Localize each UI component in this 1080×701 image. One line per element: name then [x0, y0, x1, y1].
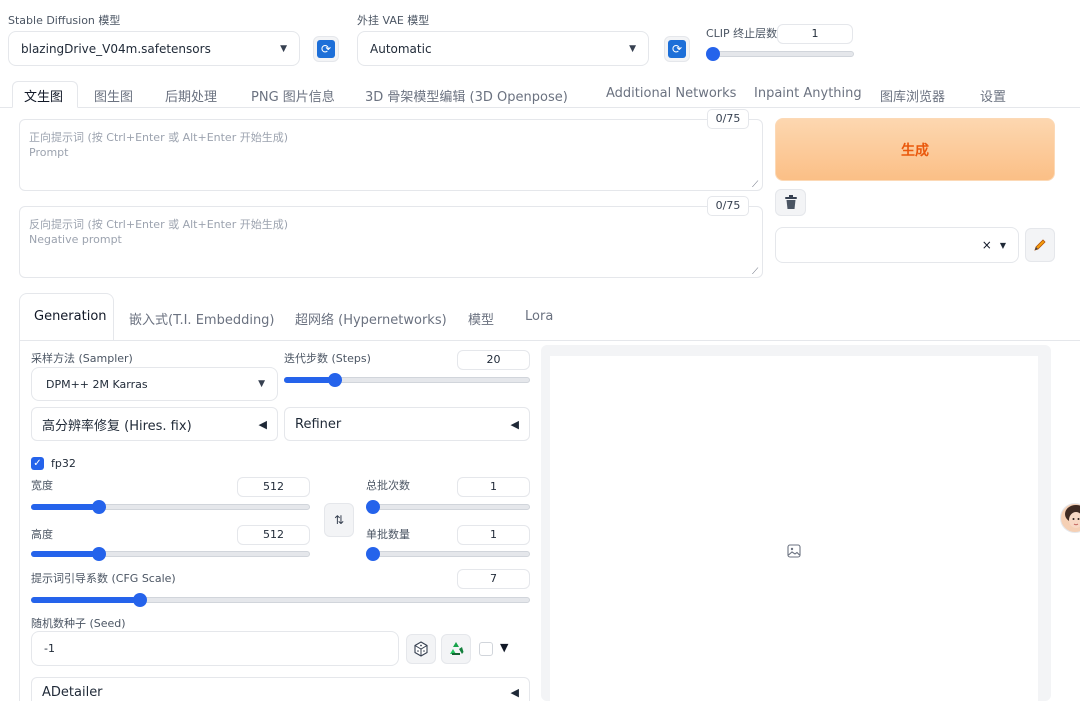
chevron-down-icon: ▼	[258, 379, 265, 389]
batch-count-label: 总批次数	[366, 479, 410, 492]
close-icon[interactable]: ×	[982, 238, 992, 252]
batch-count-slider[interactable]	[366, 500, 530, 514]
tab-png-info[interactable]: PNG 图片信息	[251, 86, 335, 105]
tab-image-browser[interactable]: 图库浏览器	[880, 86, 945, 105]
edit-styles-button[interactable]	[1025, 228, 1055, 262]
avatar-face-icon	[1065, 505, 1080, 528]
vae-value: Automatic	[370, 41, 432, 56]
seed-label: 随机数种子 (Seed)	[31, 617, 126, 630]
width-slider[interactable]	[31, 500, 310, 514]
resize-handle-icon[interactable]: ⟋	[752, 180, 758, 190]
seed-value: -1	[44, 642, 55, 655]
batch-count-input[interactable]: 1	[457, 477, 530, 497]
batch-size-label: 单批数量	[366, 528, 410, 541]
cfg-scale-slider[interactable]	[31, 593, 530, 607]
cfg-scale-input[interactable]: 7	[457, 569, 530, 589]
pencil-icon	[1034, 239, 1046, 251]
sampler-label: 采样方法 (Sampler)	[31, 352, 133, 365]
subtab-embedding[interactable]: 嵌入式(T.I. Embedding)	[129, 309, 275, 328]
adetailer-label: ADetailer	[42, 684, 103, 700]
subtab-lora[interactable]: Lora	[525, 309, 553, 324]
swap-dimensions-button[interactable]: ⇅	[324, 503, 354, 537]
subtab-hypernetworks[interactable]: 超网络 (Hypernetworks)	[295, 309, 447, 328]
steps-slider[interactable]	[284, 373, 530, 387]
subtab-models[interactable]: 模型	[468, 309, 494, 328]
refresh-vae-button[interactable]: ⟳	[664, 36, 690, 62]
fp32-label: fp32	[51, 457, 76, 470]
tab-extras[interactable]: 后期处理	[165, 86, 217, 105]
resize-handle-icon[interactable]: ⟋	[752, 267, 758, 277]
reuse-seed-button[interactable]	[441, 634, 471, 664]
positive-token-counter: 0/75	[707, 109, 749, 129]
sd-model-label: Stable Diffusion 模型	[8, 14, 121, 27]
collapse-arrow-icon: ◀	[510, 685, 519, 699]
batch-size-input[interactable]: 1	[457, 525, 530, 545]
clip-skip-label: CLIP 终止层数	[706, 27, 778, 40]
tab-img2img[interactable]: 图生图	[94, 86, 133, 105]
negative-token-counter: 0/75	[707, 196, 749, 216]
extra-seed-checkbox[interactable]	[479, 642, 493, 656]
swap-icon: ⇅	[333, 513, 345, 527]
hires-fix-accordion[interactable]: 高分辨率修复 (Hires. fix) ◀	[31, 407, 278, 441]
height-input[interactable]: 512	[237, 525, 310, 545]
positive-prompt-placeholder: 正向提示词 (按 Ctrl+Enter 或 Alt+Enter 开始生成)	[29, 131, 289, 144]
width-label: 宽度	[31, 479, 53, 492]
recycle-icon	[450, 642, 464, 655]
seed-input[interactable]: -1	[31, 631, 399, 666]
vae-label: 外挂 VAE 模型	[357, 14, 430, 27]
batch-size-slider[interactable]	[366, 547, 530, 561]
chevron-down-icon: ▼	[999, 240, 1006, 250]
height-slider[interactable]	[31, 547, 310, 561]
clip-skip-input[interactable]: 1	[777, 24, 853, 44]
refresh-icon: ⟳	[668, 40, 686, 58]
subtab-label: Generation	[34, 309, 107, 324]
refresh-icon: ⟳	[317, 40, 335, 58]
vae-select[interactable]: Automatic ▼	[357, 31, 649, 66]
tab-3d-openpose[interactable]: 3D 骨架模型编辑 (3D Openpose)	[365, 86, 568, 105]
sampler-select[interactable]: DPM++ 2M Karras ▼	[31, 367, 278, 401]
tab-additional-networks[interactable]: Additional Networks	[606, 86, 736, 101]
collapse-arrow-icon: ◀	[510, 417, 519, 431]
styles-select[interactable]: × ▼	[775, 227, 1019, 263]
tab-settings[interactable]: 设置	[980, 86, 1006, 105]
dice-icon	[414, 641, 428, 657]
clip-skip-slider[interactable]	[706, 47, 854, 61]
adetailer-accordion[interactable]: ADetailer ◀	[31, 677, 530, 701]
chevron-down-icon: ▼	[629, 43, 636, 54]
height-label: 高度	[31, 528, 53, 541]
steps-label: 迭代步数 (Steps)	[284, 352, 371, 365]
generate-label: 生成	[901, 142, 929, 159]
refiner-label: Refiner	[295, 416, 342, 432]
negative-prompt-placeholder: 反向提示词 (按 Ctrl+Enter 或 Alt+Enter 开始生成)	[29, 218, 289, 231]
generate-button[interactable]: 生成	[775, 118, 1055, 181]
image-placeholder-icon	[787, 544, 801, 561]
sd-model-select[interactable]: blazingDrive_V04m.safetensors ▼	[8, 31, 300, 66]
refresh-sd-model-button[interactable]: ⟳	[313, 36, 339, 62]
cfg-scale-label: 提示词引导系数 (CFG Scale)	[31, 572, 176, 585]
negative-prompt-placeholder-en: Negative prompt	[29, 233, 122, 246]
triangle-down-icon[interactable]: ▼	[500, 641, 508, 654]
collapse-arrow-icon: ◀	[258, 417, 267, 431]
chevron-down-icon: ▼	[280, 43, 287, 54]
output-image-area[interactable]	[550, 356, 1038, 701]
random-seed-button[interactable]	[406, 634, 436, 664]
clear-prompt-button[interactable]	[775, 189, 806, 216]
tab-label: 文生图	[24, 90, 64, 105]
sampler-value: DPM++ 2M Karras	[46, 377, 148, 391]
sd-model-value: blazingDrive_V04m.safetensors	[21, 41, 211, 56]
positive-prompt-placeholder-en: Prompt	[29, 146, 69, 159]
steps-input[interactable]: 20	[457, 350, 530, 370]
hires-fix-label: 高分辨率修复 (Hires. fix)	[42, 418, 192, 434]
refiner-accordion[interactable]: Refiner ◀	[284, 407, 530, 441]
width-input[interactable]: 512	[237, 477, 310, 497]
tab-inpaint-anything[interactable]: Inpaint Anything	[754, 86, 862, 101]
fp32-checkbox[interactable]: ✓	[31, 457, 44, 470]
trash-icon	[784, 195, 797, 209]
